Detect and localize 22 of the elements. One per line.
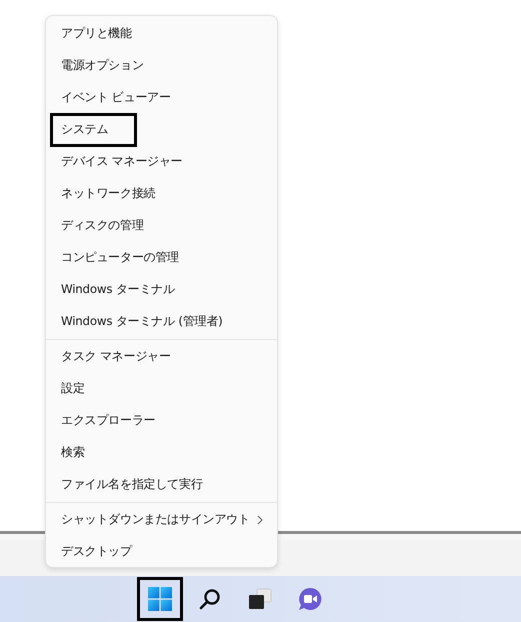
menu-item[interactable]: Windows ターミナル	[46, 274, 277, 306]
windows-icon	[148, 587, 172, 611]
search-icon	[199, 588, 221, 610]
menu-item[interactable]: 電源オプション	[46, 50, 277, 82]
menu-item[interactable]: ファイル名を指定して実行	[46, 469, 277, 501]
overlapping-squares-icon	[248, 588, 272, 610]
menu-item[interactable]: タスク マネージャー	[46, 341, 277, 373]
menu-item[interactable]: イベント ビューアー	[46, 82, 277, 114]
menu-item[interactable]: デバイス マネージャー	[46, 146, 277, 178]
start-button[interactable]	[137, 577, 183, 621]
menu-item[interactable]: ディスクの管理	[46, 210, 277, 242]
menu-item[interactable]: システム	[46, 114, 277, 146]
menu-item[interactable]: シャットダウンまたはサインアウト	[46, 504, 277, 536]
menu-item[interactable]: Windows ターミナル (管理者)	[46, 306, 277, 338]
video-chat-icon	[298, 587, 322, 611]
menu-item[interactable]: アプリと機能	[46, 18, 277, 50]
menu-item[interactable]: コンピューターの管理	[46, 242, 277, 274]
menu-item[interactable]: 設定	[46, 373, 277, 405]
menu-item[interactable]: ネットワーク接続	[46, 178, 277, 210]
chevron-right-icon	[257, 515, 263, 525]
menu-item[interactable]: 検索	[46, 437, 277, 469]
menu-item[interactable]: エクスプローラー	[46, 405, 277, 437]
